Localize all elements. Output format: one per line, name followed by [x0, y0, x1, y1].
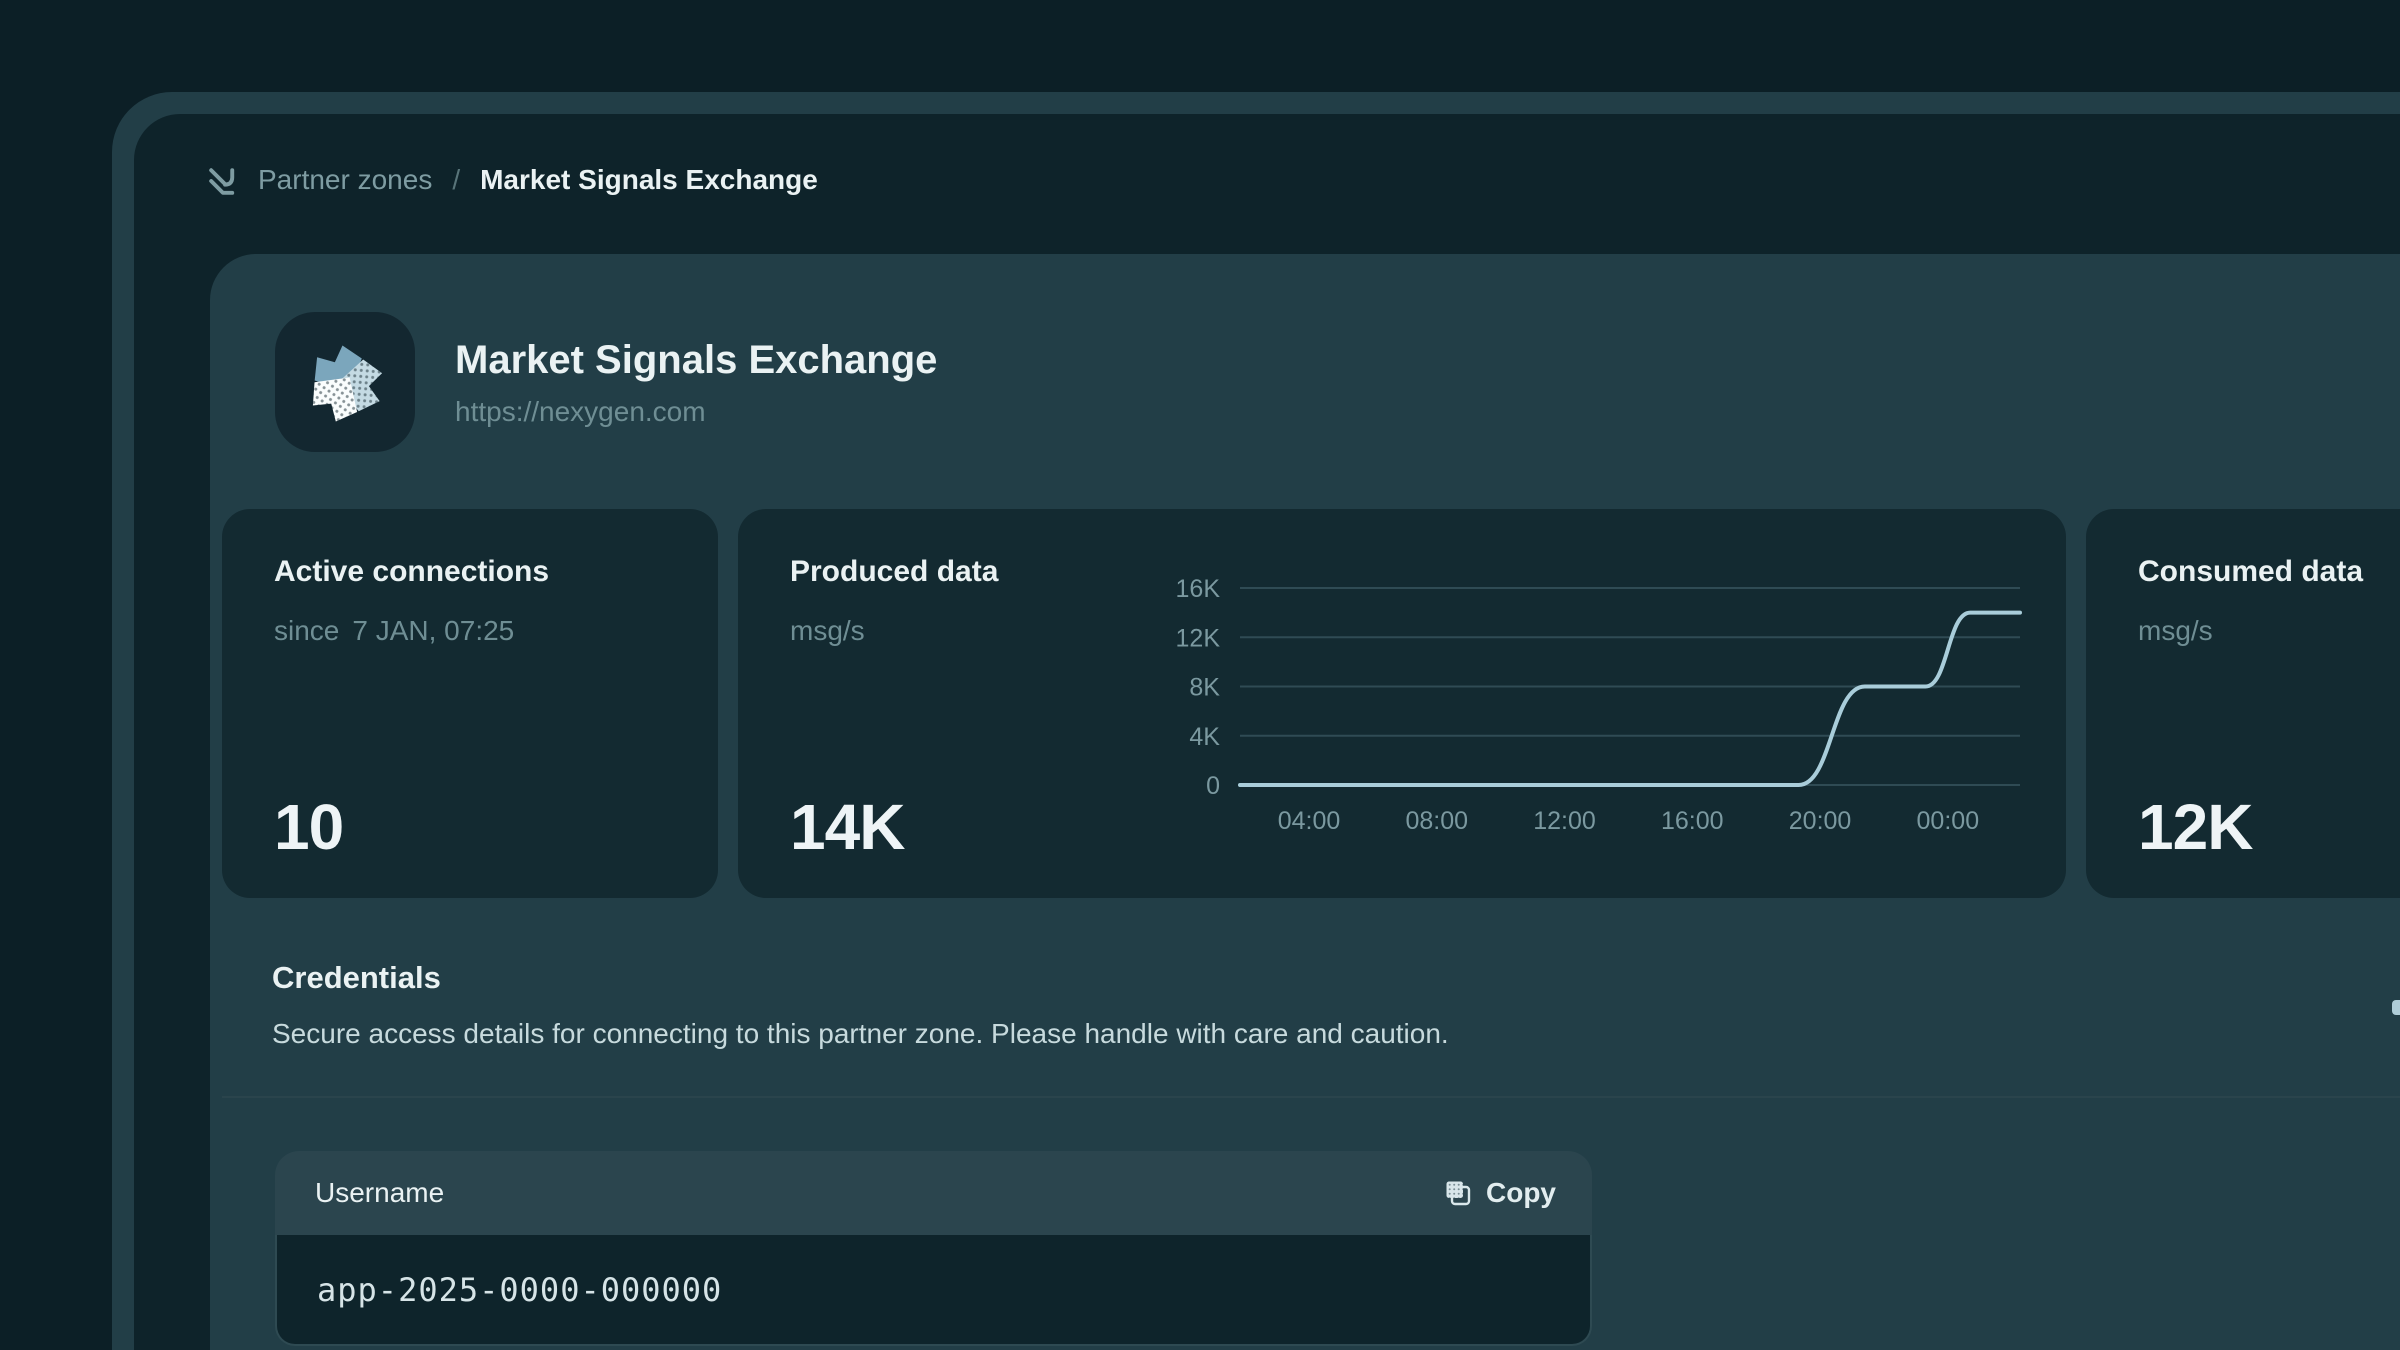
username-field: Username Copy ap	[275, 1151, 1592, 1346]
svg-text:0: 0	[1206, 772, 1220, 800]
active-connections-card: Active connections since 7 JAN, 07:25 10	[222, 509, 718, 898]
credentials-title: Credentials	[272, 960, 441, 996]
chart-line	[1240, 613, 2020, 785]
username-label: Username	[315, 1177, 444, 1209]
partner-zones-icon	[205, 162, 242, 199]
since-label: since	[274, 615, 339, 646]
copy-icon	[1443, 1178, 1473, 1208]
svg-text:8K: 8K	[1189, 674, 1220, 702]
since-value: 7 JAN, 07:25	[352, 615, 514, 646]
breadcrumb-partner-zones[interactable]: Partner zones	[258, 164, 432, 196]
username-value: app-2025-0000-000000	[317, 1271, 722, 1309]
username-value-box: app-2025-0000-000000	[275, 1235, 1592, 1346]
active-connections-value: 10	[274, 790, 343, 864]
svg-text:08:00: 08:00	[1405, 807, 1468, 835]
svg-text:00:00: 00:00	[1917, 807, 1980, 835]
svg-text:12:00: 12:00	[1533, 807, 1596, 835]
produced-data-chart-svg: 16K 12K 8K 4K 0 04:00 08:00 12:00 16:00 20:00 00:0…	[1108, 571, 2048, 871]
partner-zone-card: Market Signals Exchange https://nexygen.…	[210, 254, 2400, 1350]
produced-data-title: Produced data	[790, 555, 998, 589]
consumed-data-title: Consumed data	[2138, 555, 2363, 589]
svg-text:12K: 12K	[1176, 624, 1221, 652]
svg-text:04:00: 04:00	[1278, 807, 1341, 835]
zone-url: https://nexygen.com	[455, 396, 706, 428]
svg-text:4K: 4K	[1189, 723, 1220, 751]
cutoff-edge-button[interactable]	[2392, 1000, 2400, 1015]
zone-logo	[275, 312, 415, 452]
credentials-divider	[222, 1096, 2400, 1098]
consumed-data-card: Consumed data msg/s 12K	[2086, 509, 2400, 898]
credentials-description: Secure access details for connecting to …	[272, 1018, 1449, 1050]
svg-text:16:00: 16:00	[1661, 807, 1724, 835]
breadcrumb-current-page: Market Signals Exchange	[480, 164, 818, 196]
asterisk-logo-icon	[275, 312, 415, 452]
chart-tick-labels: 16K 12K 8K 4K 0 04:00 08:00 12:00 16:00 20:00 00:0…	[1176, 575, 1980, 835]
copy-label: Copy	[1486, 1177, 1556, 1209]
produced-data-card: Produced data msg/s 14K 16K 12K 8K 4K 0 04:00…	[738, 509, 2066, 898]
stats-row: Active connections since7 JAN, 07:25 10 …	[222, 509, 2400, 898]
svg-text:16K: 16K	[1176, 575, 1221, 603]
username-field-header: Username Copy	[275, 1151, 1592, 1235]
active-connections-since: since 7 JAN, 07:25	[274, 615, 514, 647]
svg-text:20:00: 20:00	[1789, 807, 1852, 835]
page: Partner zones / Market Signals Exchange	[0, 0, 2400, 1350]
zone-title: Market Signals Exchange	[455, 338, 937, 383]
breadcrumb: Partner zones / Market Signals Exchange	[205, 158, 818, 202]
active-connections-title: Active connections	[274, 555, 549, 589]
produced-data-unit: msg/s	[790, 615, 865, 647]
consumed-data-unit: msg/s	[2138, 615, 2213, 647]
copy-username-button[interactable]: Copy	[1443, 1177, 1556, 1209]
produced-data-value: 14K	[790, 790, 904, 864]
breadcrumb-separator: /	[452, 164, 460, 196]
produced-data-chart: 16K 12K 8K 4K 0 04:00 08:00 12:00 16:00 20:00 00:0…	[1108, 571, 2048, 871]
consumed-data-value: 12K	[2138, 790, 2252, 864]
